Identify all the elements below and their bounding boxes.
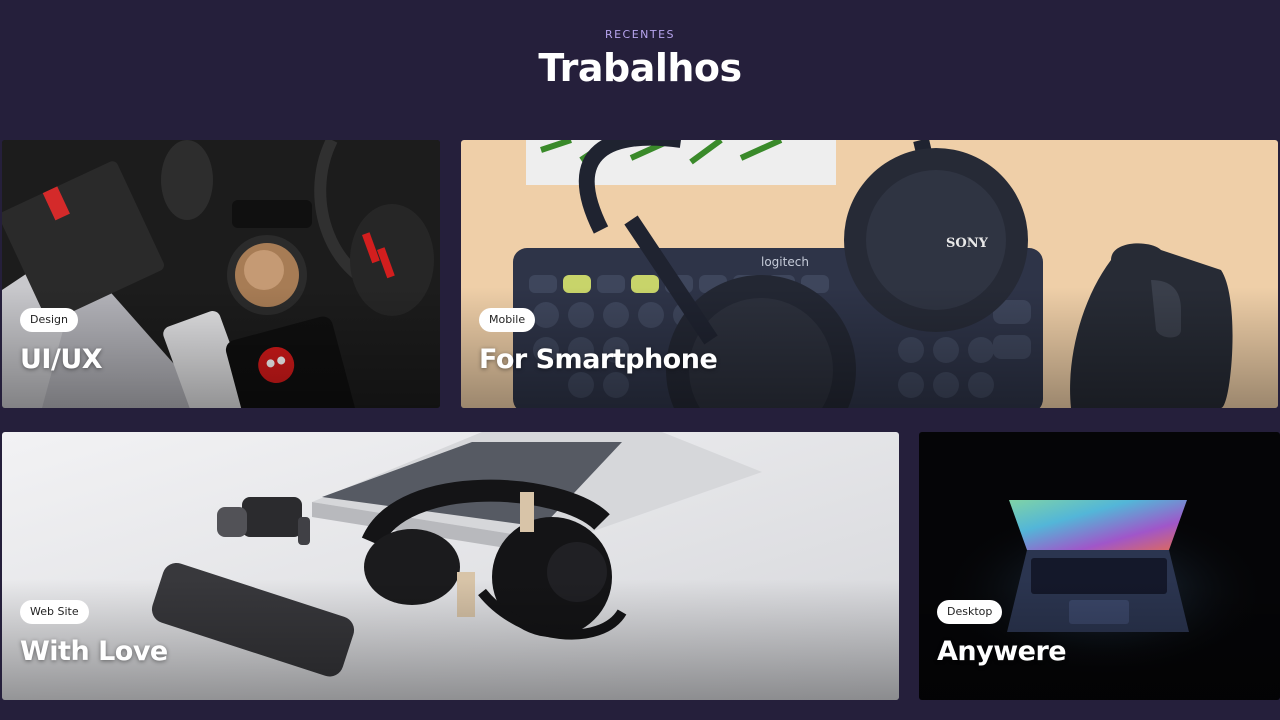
card-title-anywere: Anywere <box>937 636 1067 667</box>
card-tag-mobile: Mobile <box>479 308 536 332</box>
card-title-uiux: UI/UX <box>20 344 103 375</box>
card-title-smartphone: For Smartphone <box>479 344 718 375</box>
card-title-with-love: With Love <box>20 636 168 667</box>
section-eyebrow: RECENTES <box>604 28 676 41</box>
card-tag-desktop: Desktop <box>937 600 1003 624</box>
section-title: Trabalhos <box>538 46 742 90</box>
portfolio-card-desktop[interactable]: Desktop Anywere <box>919 432 1280 700</box>
section-header: RECENTES Trabalhos <box>0 0 1280 130</box>
portfolio-card-smartphone[interactable]: logitech SONY Mobile For Smartphone <box>461 140 1278 408</box>
keyboard-brand-text: logitech <box>761 255 809 269</box>
card-tag-design: Design <box>20 308 78 332</box>
portfolio-card-uiux[interactable]: Design UI/UX <box>2 140 440 408</box>
portfolio-card-website[interactable]: Web Site With Love <box>2 432 899 700</box>
headphones-brand-text: SONY <box>946 236 989 251</box>
card-tag-website: Web Site <box>20 600 89 624</box>
